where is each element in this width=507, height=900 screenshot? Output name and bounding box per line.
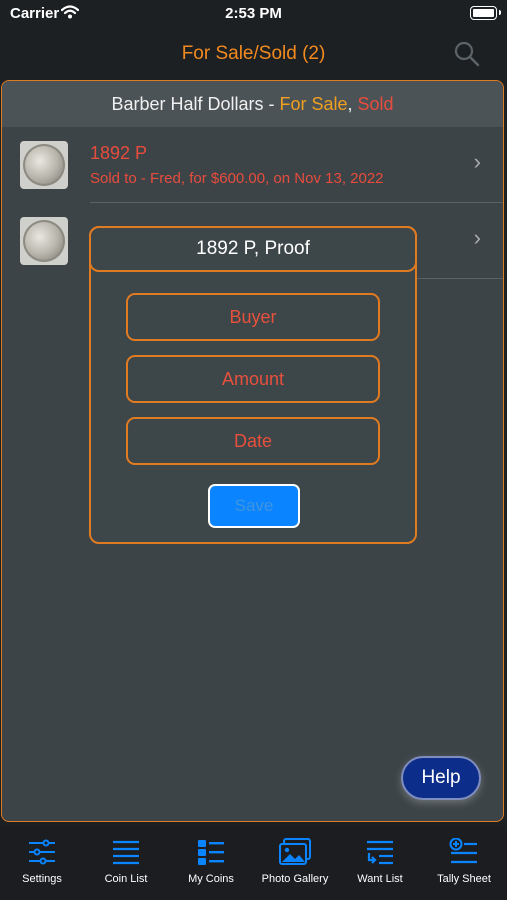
want-list-icon — [338, 838, 422, 868]
photos-icon — [253, 838, 337, 868]
help-button[interactable]: Help — [401, 756, 481, 800]
coin-title: 1892 P — [90, 143, 148, 163]
tab-label: Want List — [357, 873, 403, 885]
chevron-right-icon: › — [473, 149, 481, 174]
sale-details-popup: 1892 P, Proof Buyer Amount Date Save — [89, 226, 417, 544]
tab-bar: Settings Coin List My Coins Photo Galler… — [0, 826, 507, 900]
coin-image — [23, 220, 65, 262]
chevron-right-icon: › — [473, 225, 481, 250]
tab-label: Photo Gallery — [261, 873, 329, 885]
tab-want-list[interactable]: Want List — [338, 826, 422, 900]
section-title: Barber Half Dollars - — [111, 94, 280, 114]
amount-field[interactable]: Amount — [126, 355, 380, 403]
grid-list-icon — [169, 838, 253, 868]
popup-title: 1892 P, Proof — [89, 226, 417, 272]
coin-row-1[interactable]: 1892 P Sold to - Fred, for $600.00, on N… — [2, 127, 503, 203]
tab-my-coins[interactable]: My Coins — [169, 826, 253, 900]
tab-settings[interactable]: Settings — [0, 826, 84, 900]
status-time: 2:53 PM — [225, 5, 282, 22]
tab-label: Tally Sheet — [437, 873, 491, 885]
tab-photo-gallery[interactable]: Photo Gallery — [253, 826, 337, 900]
coin-sold-details: Sold to - Fred, for $600.00, on Nov 13, … — [90, 170, 384, 187]
battery-icon — [470, 6, 501, 20]
list-icon — [84, 838, 168, 868]
sold-label: Sold — [357, 94, 394, 114]
section-header: Barber Half Dollars - For Sale, Sold — [2, 81, 503, 127]
save-button[interactable]: Save — [208, 484, 300, 528]
coin-thumbnail — [20, 141, 68, 189]
search-icon[interactable] — [453, 40, 481, 68]
status-bar: Carrier 2:53 PM — [0, 0, 507, 28]
nav-bar: For Sale/Sold (2) — [0, 34, 507, 74]
buyer-field[interactable]: Buyer — [126, 293, 380, 341]
date-field[interactable]: Date — [126, 417, 380, 465]
tab-tally-sheet[interactable]: Tally Sheet — [422, 826, 506, 900]
for-sale-label: For Sale — [279, 94, 348, 114]
tally-sheet-icon — [422, 838, 506, 868]
coin-image — [23, 144, 65, 186]
tab-coin-list[interactable]: Coin List — [84, 826, 168, 900]
page-title: For Sale/Sold (2) — [181, 43, 326, 64]
tab-label: My Coins — [188, 873, 234, 885]
tab-label: Settings — [22, 873, 62, 885]
section-separator: , — [347, 94, 358, 114]
coin-thumbnail — [20, 217, 68, 265]
tab-label: Coin List — [104, 873, 148, 885]
sliders-icon — [0, 838, 84, 868]
